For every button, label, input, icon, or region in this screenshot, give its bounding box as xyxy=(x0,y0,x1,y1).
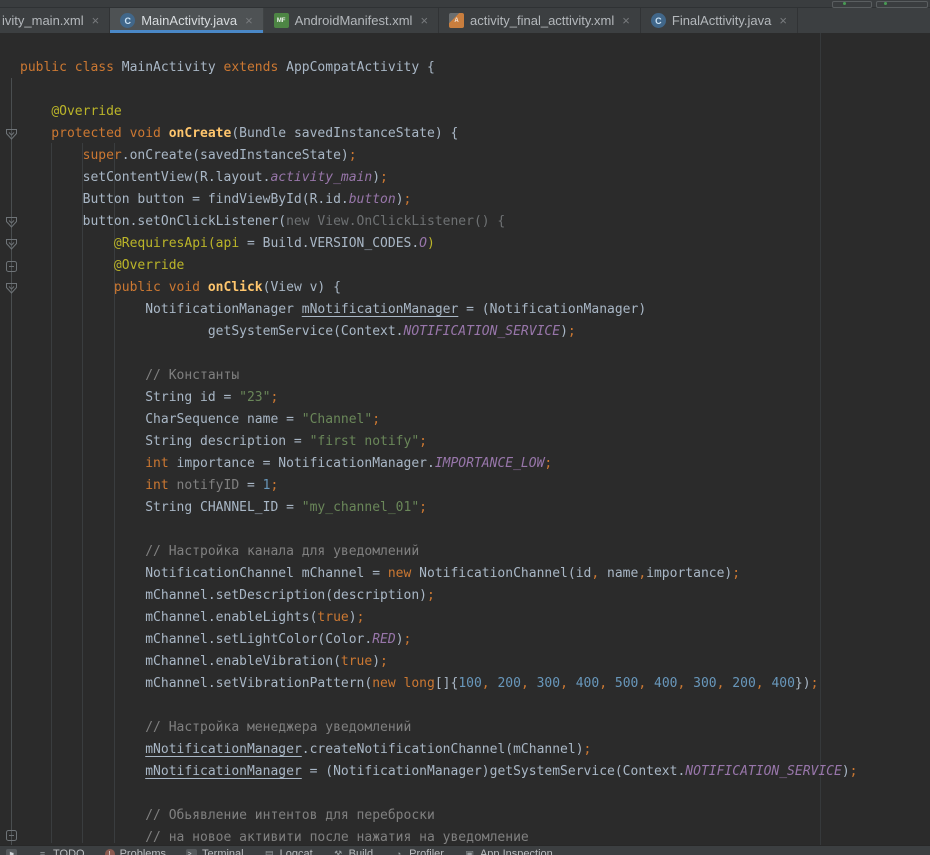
editor-tab-bar: ivity_main.xml × C MainActivity.java × MF Andr… xyxy=(0,8,930,34)
tool-window-label: Build xyxy=(349,848,373,855)
code-line: mChannel.setLightColor(Color.RED); xyxy=(20,629,858,651)
code-line: // на новое активити после нажатия на ув… xyxy=(20,827,858,845)
run-config-button[interactable] xyxy=(832,1,872,8)
android-studio-window: ivity_main.xml × C MainActivity.java × MF Andr… xyxy=(0,0,930,855)
code-line: int importance = NotificationManager.IMP… xyxy=(20,453,858,475)
code-line: public class MainActivity extends AppCom… xyxy=(20,57,858,79)
terminal-button[interactable]: >_ Terminal xyxy=(186,848,244,855)
code-line: Button button = findViewById(R.id.button… xyxy=(20,189,858,211)
tab-label: FinalActtivity.java xyxy=(672,13,771,28)
tab-activity-main-xml[interactable]: ivity_main.xml × xyxy=(0,8,110,33)
problems-button[interactable]: ! Problems xyxy=(105,848,166,855)
close-tab-icon[interactable]: × xyxy=(92,13,100,28)
logcat-button[interactable]: ▤ Logcat xyxy=(264,848,313,855)
code-line: String CHANNEL_ID = "my_channel_01"; xyxy=(20,497,858,519)
code-line: String id = "23"; xyxy=(20,387,858,409)
close-tab-icon[interactable]: × xyxy=(779,13,787,28)
code-line: mNotificationManager.createNotificationC… xyxy=(20,739,858,761)
manifest-file-icon: MF xyxy=(274,13,289,28)
code-line: super.onCreate(savedInstanceState); xyxy=(20,145,858,167)
code-line: mChannel.enableVibration(true); xyxy=(20,651,858,673)
code-text: public class MainActivity extends AppCom… xyxy=(20,57,858,845)
profiler-button[interactable]: ◔ Profiler xyxy=(393,848,444,855)
code-line: button.setOnClickListener(new View.OnCli… xyxy=(20,211,858,233)
tool-window-label: Logcat xyxy=(280,848,313,855)
code-line: @Override xyxy=(20,255,858,277)
layout-xml-icon: A xyxy=(449,13,464,28)
tool-window-label: TODO xyxy=(53,848,85,855)
fold-collapse-icon[interactable] xyxy=(5,282,18,295)
bookmark-icon[interactable]: ⚑ xyxy=(6,849,17,855)
device-online-icon xyxy=(884,2,887,5)
code-line: mChannel.setVibrationPattern(new long[]{… xyxy=(20,673,858,695)
tab-finalacttivity-java[interactable]: C FinalActtivity.java × xyxy=(641,8,798,33)
code-line: NotificationManager mNotificationManager… xyxy=(20,299,858,321)
code-line: // Обьявление интентов для переброски xyxy=(20,805,858,827)
todo-button[interactable]: ≡ TODO xyxy=(37,848,85,855)
logcat-icon: ▤ xyxy=(264,849,275,855)
problems-icon: ! xyxy=(105,849,115,855)
run-icon xyxy=(843,2,846,5)
code-line: // Константы xyxy=(20,365,858,387)
java-class-icon: C xyxy=(120,13,135,28)
fold-collapse-icon[interactable] xyxy=(5,128,18,141)
code-line: // Настройка менеджера уведомлений xyxy=(20,717,858,739)
code-line: int notifyID = 1; xyxy=(20,475,858,497)
close-tab-icon[interactable]: × xyxy=(420,13,428,28)
fold-collapse-icon[interactable] xyxy=(5,216,18,229)
tool-window-label: Terminal xyxy=(202,848,244,855)
toolbar-strip xyxy=(0,0,930,8)
code-line: protected void onCreate(Bundle savedInst… xyxy=(20,123,858,145)
fold-collapse-icon[interactable] xyxy=(5,238,18,251)
tab-label: MainActivity.java xyxy=(141,13,237,28)
app-inspection-button[interactable]: ▣ App Inspection xyxy=(464,848,553,855)
code-line xyxy=(20,79,858,101)
tool-window-label: Profiler xyxy=(409,848,444,855)
code-line xyxy=(20,695,858,717)
code-line: setContentView(R.layout.activity_main); xyxy=(20,167,858,189)
tool-window-label: Problems xyxy=(120,848,166,855)
code-line: mNotificationManager = (NotificationMana… xyxy=(20,761,858,783)
code-editor[interactable]: public class MainActivity extends AppCom… xyxy=(0,33,930,845)
fold-region-icon[interactable] xyxy=(5,260,18,273)
tab-androidmanifest-xml[interactable]: MF AndroidManifest.xml × xyxy=(264,8,439,33)
code-line: // Настройка канала для уведомлений xyxy=(20,541,858,563)
code-line: mChannel.enableLights(true); xyxy=(20,607,858,629)
profiler-icon: ◔ xyxy=(393,849,404,855)
code-line: getSystemService(Context.NOTIFICATION_SE… xyxy=(20,321,858,343)
code-line: public void onClick(View v) { xyxy=(20,277,858,299)
tab-label: activity_final_acttivity.xml xyxy=(470,13,614,28)
tool-window-bar: ⚑ ≡ TODO! Problems >_ Terminal ▤ Logcat ⚒ Build ◔… xyxy=(0,845,930,855)
code-line xyxy=(20,783,858,805)
tab-activity-final-acttivity-xml[interactable]: Aactivity_final_acttivity.xml × xyxy=(439,8,641,33)
tab-label: ivity_main.xml xyxy=(2,13,84,28)
code-line xyxy=(20,519,858,541)
code-line: @Override xyxy=(20,101,858,123)
close-tab-icon[interactable]: × xyxy=(622,13,630,28)
close-tab-icon[interactable]: × xyxy=(245,13,253,28)
code-line: String description = "first notify"; xyxy=(20,431,858,453)
tab-label: AndroidManifest.xml xyxy=(295,13,413,28)
app-inspection-icon: ▣ xyxy=(464,849,475,855)
tab-mainactivity-java[interactable]: C MainActivity.java × xyxy=(110,8,263,33)
fold-region-icon[interactable] xyxy=(5,829,18,842)
code-line: NotificationChannel mChannel = new Notif… xyxy=(20,563,858,585)
terminal-icon: >_ xyxy=(186,849,197,855)
java-class-icon: C xyxy=(651,13,666,28)
code-line: mChannel.setDescription(description); xyxy=(20,585,858,607)
build-button[interactable]: ⚒ Build xyxy=(333,848,373,855)
code-line: CharSequence name = "Channel"; xyxy=(20,409,858,431)
fold-structure-line xyxy=(11,78,12,845)
code-line xyxy=(20,343,858,365)
code-line: @RequiresApi(api = Build.VERSION_CODES.O… xyxy=(20,233,858,255)
todo-icon: ≡ xyxy=(37,849,48,855)
tool-window-label: App Inspection xyxy=(480,848,553,855)
build-icon: ⚒ xyxy=(333,849,344,855)
